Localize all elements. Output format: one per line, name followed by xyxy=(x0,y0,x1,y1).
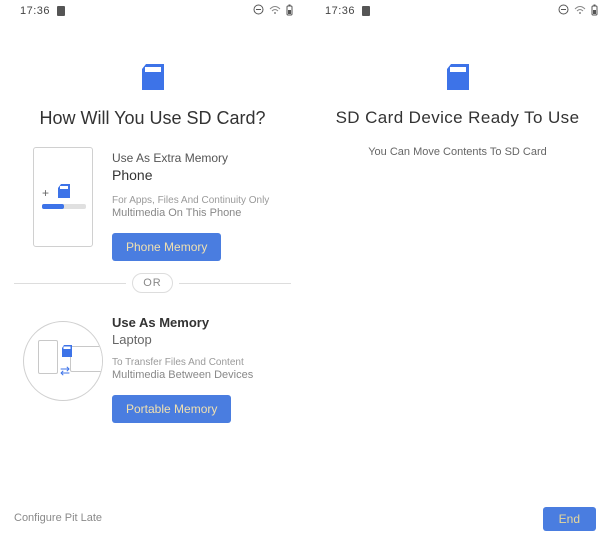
sd-card-hero-icon xyxy=(0,64,305,90)
note-icon xyxy=(361,5,371,17)
option-portable-memory: ⇄ Use As Memory Laptop To Transfer Files… xyxy=(0,301,305,423)
status-bar: 17:36 xyxy=(0,0,305,22)
status-time: 17:36 xyxy=(20,5,50,17)
sd-card-hero-icon xyxy=(305,64,610,90)
option2-heading: Use As Memory xyxy=(112,315,293,330)
wifi-icon xyxy=(574,5,586,18)
swap-icon: ⇄ xyxy=(60,364,70,378)
phone-illustration: + xyxy=(18,147,108,247)
status-bar: 17:36 xyxy=(305,0,610,22)
option2-desc1: To Transfer Files And Content xyxy=(112,357,293,368)
page-title: How Will You Use SD Card? xyxy=(0,108,305,129)
ready-message: You Can Move Contents To SD Card xyxy=(305,146,610,158)
status-time: 17:36 xyxy=(325,5,355,17)
screen-setup: 17:36 How Will You Use SD Card? + xyxy=(0,0,305,539)
dnd-icon xyxy=(558,4,569,18)
end-button[interactable]: End xyxy=(543,507,596,531)
portable-illustration: ⇄ xyxy=(18,311,108,411)
portable-memory-button[interactable]: Portable Memory xyxy=(112,395,231,423)
option1-heading: Use As Extra Memory xyxy=(112,151,293,165)
page-title: SD Card Device Ready To Use xyxy=(305,108,610,128)
dnd-icon xyxy=(253,4,264,18)
option2-sub: Laptop xyxy=(112,332,293,347)
screen-ready: 17:36 SD Card Device Ready To Use You Ca… xyxy=(305,0,610,539)
note-icon xyxy=(56,5,66,17)
battery-icon xyxy=(591,4,598,19)
or-label: OR xyxy=(132,273,173,293)
option2-desc2: Multimedia Between Devices xyxy=(112,369,293,381)
or-divider: OR xyxy=(14,273,291,293)
option-phone-memory: + Use As Extra Memory Phone For Apps, Fi… xyxy=(0,137,305,261)
battery-icon xyxy=(286,4,293,19)
wifi-icon xyxy=(269,5,281,18)
option1-sub: Phone xyxy=(112,167,293,183)
sd-card-icon xyxy=(62,344,72,356)
option1-desc1: For Apps, Files And Continuity Only xyxy=(112,195,293,206)
configure-later-link[interactable]: Configure Pit Late xyxy=(14,512,102,524)
plus-icon: + xyxy=(42,186,49,200)
option1-desc2: Multimedia On This Phone xyxy=(112,207,293,219)
sd-card-icon xyxy=(58,184,70,198)
phone-memory-button[interactable]: Phone Memory xyxy=(112,233,221,261)
